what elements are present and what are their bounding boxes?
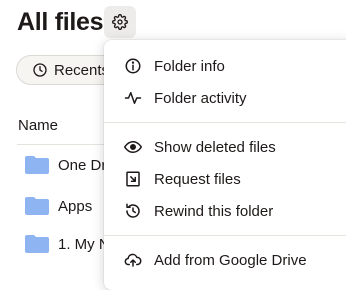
clock-icon	[33, 63, 47, 77]
menu-item-rewind-folder[interactable]: Rewind this folder	[104, 196, 346, 226]
menu-item-folder-activity[interactable]: Folder activity	[104, 83, 346, 113]
folder-row[interactable]: 1. My N	[24, 231, 110, 257]
menu-item-folder-info[interactable]: Folder info	[104, 51, 346, 81]
menu-divider	[104, 122, 346, 123]
rewind-icon	[126, 203, 140, 218]
folder-name[interactable]: Apps	[58, 198, 92, 215]
folder-icon	[25, 156, 49, 174]
folder-name[interactable]: One Dr	[58, 157, 106, 174]
cloud-upload-icon	[124, 253, 142, 267]
request-files-icon	[126, 171, 140, 187]
folder-icon	[25, 197, 49, 215]
column-header-name[interactable]: Name	[18, 117, 58, 135]
folder-row[interactable]: Apps	[24, 193, 92, 219]
folder-settings-button[interactable]	[104, 6, 136, 38]
menu-item-add-from-google-drive[interactable]: Add from Google Drive	[104, 245, 346, 275]
page-title: All files	[17, 8, 104, 36]
gear-icon	[112, 14, 128, 30]
folder-options-menu: Folder info Folder activity Show deleted…	[104, 40, 346, 290]
menu-divider	[104, 235, 346, 236]
recents-label: Recents	[54, 61, 110, 79]
menu-item-label: Show deleted files	[154, 138, 276, 156]
activity-icon	[124, 92, 142, 104]
menu-item-label: Folder info	[154, 57, 225, 75]
menu-item-label: Rewind this folder	[154, 202, 274, 220]
eye-icon	[124, 141, 142, 153]
folder-icon	[25, 235, 49, 253]
info-icon	[125, 58, 141, 74]
menu-item-label: Add from Google Drive	[154, 251, 307, 269]
menu-item-show-deleted-files[interactable]: Show deleted files	[104, 132, 346, 162]
menu-item-label: Request files	[154, 170, 241, 188]
folder-row[interactable]: One Dr	[24, 152, 106, 178]
menu-item-label: Folder activity	[154, 89, 247, 107]
folder-name[interactable]: 1. My N	[58, 236, 110, 253]
menu-item-request-files[interactable]: Request files	[104, 164, 346, 194]
